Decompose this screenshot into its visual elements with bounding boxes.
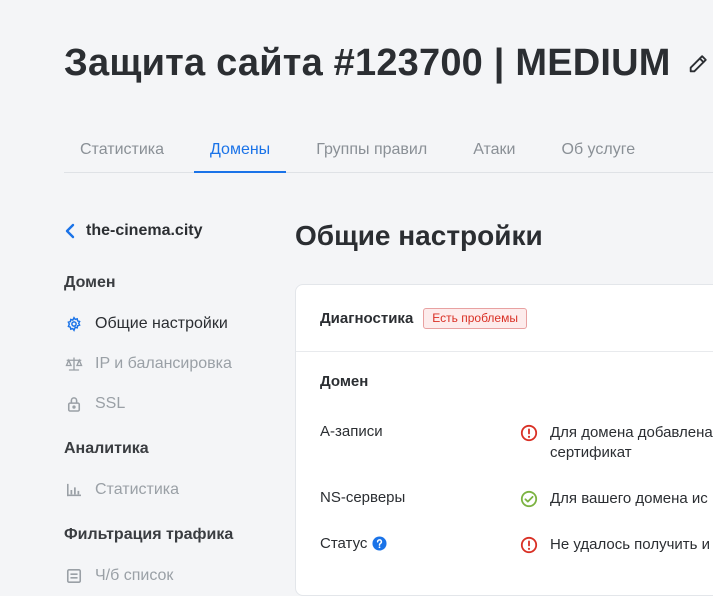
sidebar-item-ip-balancing[interactable]: IP и балансировка (64, 344, 284, 384)
row-label: A-записи (320, 423, 383, 440)
row-label: NS-серверы (320, 489, 406, 506)
tab-statistics[interactable]: Статистика (64, 128, 180, 172)
tab-about-service[interactable]: Об услуге (546, 128, 652, 172)
back-link[interactable]: the-cinema.city (64, 218, 284, 244)
sidebar-item-label: Ч/б список (95, 567, 174, 584)
row-label: Статус (320, 535, 368, 552)
sidebar-item-label: Статистика (95, 481, 180, 498)
lock-icon (64, 396, 84, 412)
tab-attacks[interactable]: Атаки (457, 128, 531, 172)
sidebar: the-cinema.city Домен Общие настройки IP… (64, 218, 284, 596)
row-value: Для домена добавлена сертификат (550, 424, 713, 461)
status-badge: Есть проблемы (423, 307, 527, 329)
settings-card: Диагностика Есть проблемы Домен A-записи… (295, 284, 713, 596)
sidebar-item-ssl[interactable]: SSL (64, 384, 284, 424)
tab-rule-groups[interactable]: Группы правил (300, 128, 443, 172)
diagnostics-header: Диагностика Есть проблемы (296, 285, 713, 352)
tab-domains[interactable]: Домены (194, 128, 287, 173)
sidebar-item-label: Общие настройки (95, 315, 228, 332)
gear-icon (64, 316, 84, 332)
diagnostics-label: Диагностика (320, 309, 414, 327)
pencil-icon[interactable] (687, 53, 709, 75)
scales-icon (64, 356, 84, 372)
domain-section-title: Домен (320, 373, 369, 390)
list-icon (64, 568, 84, 584)
tab-bar: Статистика Домены Группы правил Атаки Об… (64, 128, 713, 173)
question-icon[interactable] (372, 536, 387, 551)
row-value: Не удалось получить и (550, 536, 710, 553)
row-value: Для вашего домена ис (550, 490, 708, 507)
page-title-text: Защита сайта #123700 | MEDIUM (64, 42, 671, 84)
chevron-left-icon (64, 223, 86, 239)
error-icon (520, 536, 538, 558)
sidebar-section-traffic-filtering: Фильтрация трафика (64, 526, 234, 543)
sidebar-item-label: IP и балансировка (95, 355, 232, 372)
sidebar-item-label: SSL (95, 395, 126, 412)
sidebar-section-domain: Домен (64, 274, 116, 291)
sidebar-item-general-settings[interactable]: Общие настройки (64, 304, 284, 344)
error-icon (520, 424, 538, 446)
section-title: Общие настройки (295, 220, 543, 251)
check-icon (520, 490, 538, 512)
bar-chart-icon (64, 483, 84, 497)
page-title: Защита сайта #123700 | MEDIUM (64, 42, 709, 85)
sidebar-item-blacklist[interactable]: Ч/б список (64, 556, 284, 596)
back-link-label: the-cinema.city (86, 222, 203, 239)
row-label-wrap: Статус (320, 535, 387, 552)
sidebar-section-analytics: Аналитика (64, 440, 149, 457)
sidebar-item-statistics[interactable]: Статистика (64, 470, 284, 510)
